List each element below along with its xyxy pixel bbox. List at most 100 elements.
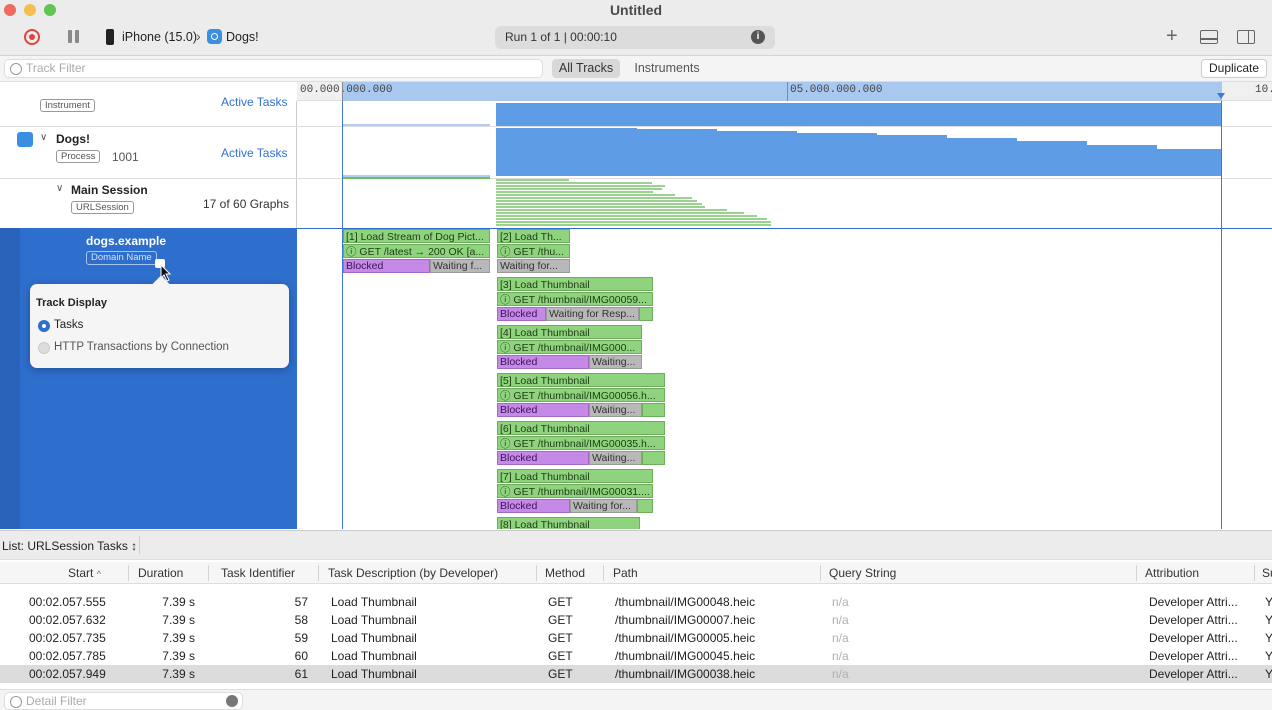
column-separator[interactable]	[128, 565, 129, 581]
table-row[interactable]: 00:02.057.949 7.39 s 61 Load Thumbnail GET/t…	[0, 665, 1272, 683]
column-header-su[interactable]: Su	[1262, 566, 1272, 580]
track-filter-input[interactable]	[26, 61, 506, 75]
radio-tasks[interactable]	[38, 320, 50, 332]
column-separator[interactable]	[820, 565, 821, 581]
domain-name-pill[interactable]: Domain Name	[86, 251, 157, 265]
device-icon[interactable]	[106, 29, 114, 45]
active-tasks-graph	[342, 103, 1221, 226]
pause-button[interactable]	[68, 30, 80, 43]
tasks-table-body: 00:02.057.555 7.39 s 57 Load Thumbnail GET/t…	[0, 584, 1272, 684]
domain-track-name: dogs.example	[86, 234, 167, 248]
track-filter-field[interactable]	[4, 59, 543, 78]
column-header-attribution[interactable]: Attribution	[1145, 566, 1199, 580]
duplicate-button[interactable]: Duplicate	[1201, 59, 1267, 78]
segment-instruments[interactable]: Instruments	[626, 59, 708, 78]
task-title: [6] Load Thumbnail	[497, 421, 665, 435]
segment-all-tracks[interactable]: All Tracks	[552, 59, 620, 78]
table-row[interactable]: 00:02.057.785 7.39 s 60 Load Thumbnail GET/t…	[0, 647, 1272, 665]
clock-icon[interactable]	[226, 695, 238, 707]
task-state-tail	[642, 451, 665, 465]
cell-path: /thumbnail/IMG00005.heic	[615, 631, 756, 645]
task-title: [4] Load Thumbnail	[497, 325, 642, 339]
task-request: ⓘ GET /thumbnail/IMG00031....	[497, 484, 653, 498]
device-selector[interactable]: iPhone (15.0)	[122, 30, 197, 44]
timeline-ruler[interactable]: 00.000.000.000 05.000.000.000 10.	[297, 82, 1272, 101]
app-icon	[17, 132, 33, 147]
column-separator[interactable]	[208, 565, 209, 581]
task-bar[interactable]: [3] Load Thumbnail ⓘ GET /thumbnail/IMG0…	[497, 277, 653, 323]
session-pill[interactable]: URLSession	[71, 201, 134, 214]
cell-method: GET	[548, 667, 573, 681]
playhead-marker[interactable]	[1217, 93, 1225, 99]
timeline-area[interactable]	[297, 101, 1272, 529]
task-state-blocked: Blocked	[497, 403, 589, 417]
toggle-inspector-button[interactable]	[1237, 30, 1255, 44]
cell-query-string: n/a	[832, 595, 849, 609]
task-bar[interactable]: [4] Load Thumbnail ⓘ GET /thumbnail/IMG0…	[497, 325, 642, 371]
radio-http-transactions-label[interactable]: HTTP Transactions by Connection	[54, 341, 229, 353]
task-bar[interactable]: [6] Load Thumbnail ⓘ GET /thumbnail/IMG0…	[497, 421, 665, 467]
table-row[interactable]: 00:02.057.632 7.39 s 58 Load Thumbnail GET/t…	[0, 611, 1272, 629]
column-header-task-description[interactable]: Task Description (by Developer)	[328, 566, 498, 580]
task-bar[interactable]: [7] Load Thumbnail ⓘ GET /thumbnail/IMG0…	[497, 469, 653, 515]
cell-start: 00:02.057.949	[29, 667, 106, 681]
cell-path: /thumbnail/IMG00045.heic	[615, 649, 756, 663]
cell-task-identifier: 61	[294, 667, 308, 681]
ruler-tick	[342, 82, 343, 101]
column-separator[interactable]	[603, 565, 604, 581]
column-header-task-identifier[interactable]: Task Identifier	[221, 566, 295, 580]
cell-su: Y	[1265, 667, 1272, 681]
ruler-selection-range[interactable]	[342, 82, 1222, 101]
radio-http-transactions[interactable]	[38, 342, 50, 354]
column-header-path[interactable]: Path	[613, 566, 638, 580]
column-header-start[interactable]: Start ^	[68, 566, 101, 580]
playhead-line[interactable]	[1221, 101, 1222, 529]
graphs-count[interactable]: 17 of 60 Graphs	[203, 197, 289, 211]
table-row[interactable]: 00:02.057.735 7.39 s 59 Load Thumbnail GET/t…	[0, 629, 1272, 647]
run-status[interactable]: Run 1 of 1 | 00:00:10 i	[495, 26, 775, 49]
app-icon[interactable]	[207, 29, 222, 44]
detail-filter-field[interactable]	[4, 692, 506, 710]
process-id: 1001	[112, 150, 139, 164]
selected-track-row[interactable]	[0, 228, 297, 529]
column-separator[interactable]	[1136, 565, 1137, 581]
process-track-name: Dogs!	[56, 132, 90, 146]
disclosure-chevron-icon[interactable]: ∨	[40, 132, 47, 143]
table-row[interactable]: 00:02.057.555 7.39 s 57 Load Thumbnail GET/t…	[0, 593, 1272, 611]
cell-start: 00:02.057.785	[29, 649, 106, 663]
toggle-detail-area-button[interactable]	[1200, 30, 1218, 44]
instrument-pill[interactable]: Instrument	[40, 99, 95, 112]
disclosure-chevron-icon[interactable]: ∨	[56, 183, 63, 194]
column-separator[interactable]	[536, 565, 537, 581]
list-header-bar: List: URLSession Tasks ↕	[0, 530, 1272, 560]
info-icon[interactable]: i	[751, 30, 765, 44]
task-bar[interactable]: [2] Load Th... ⓘ GET /thu... Waiting for…	[497, 229, 570, 275]
column-separator[interactable]	[1254, 565, 1255, 581]
list-type-selector[interactable]: List: URLSession Tasks ↕	[2, 539, 137, 553]
instrument-active-tasks-link[interactable]: Active Tasks	[221, 95, 287, 109]
task-request: ⓘ GET /thumbnail/IMG00059...	[497, 292, 653, 306]
detail-filter-input[interactable]	[26, 694, 506, 708]
column-header-method[interactable]: Method	[545, 566, 585, 580]
process-pill[interactable]: Process	[56, 150, 101, 163]
task-state-tail	[637, 499, 653, 513]
record-button[interactable]	[24, 29, 40, 45]
radio-tasks-label[interactable]: Tasks	[54, 319, 83, 331]
task-bar[interactable]: [8] Load Thumbnail	[497, 517, 640, 529]
task-bar[interactable]: [1] Load Stream of Dog Pict... ⓘ GET /la…	[343, 229, 490, 275]
target-app-selector[interactable]: Dogs!	[226, 30, 259, 44]
column-separator[interactable]	[318, 565, 319, 581]
process-active-tasks-link[interactable]: Active Tasks	[221, 146, 287, 160]
ruler-label-10: 10.	[1255, 84, 1272, 96]
add-instrument-button[interactable]: +	[1166, 25, 1178, 48]
selected-track-stripe	[0, 228, 20, 529]
table-row-partial	[0, 584, 1272, 593]
task-bar[interactable]: [5] Load Thumbnail ⓘ GET /thumbnail/IMG0…	[497, 373, 665, 419]
cell-method: GET	[548, 613, 573, 627]
cell-query-string: n/a	[832, 613, 849, 627]
column-header-query-string[interactable]: Query String	[829, 566, 896, 580]
cell-task-identifier: 59	[294, 631, 308, 645]
column-header-duration[interactable]: Duration	[138, 566, 183, 580]
window-title: Untitled	[609, 2, 663, 18]
cell-su: Y	[1265, 649, 1272, 663]
